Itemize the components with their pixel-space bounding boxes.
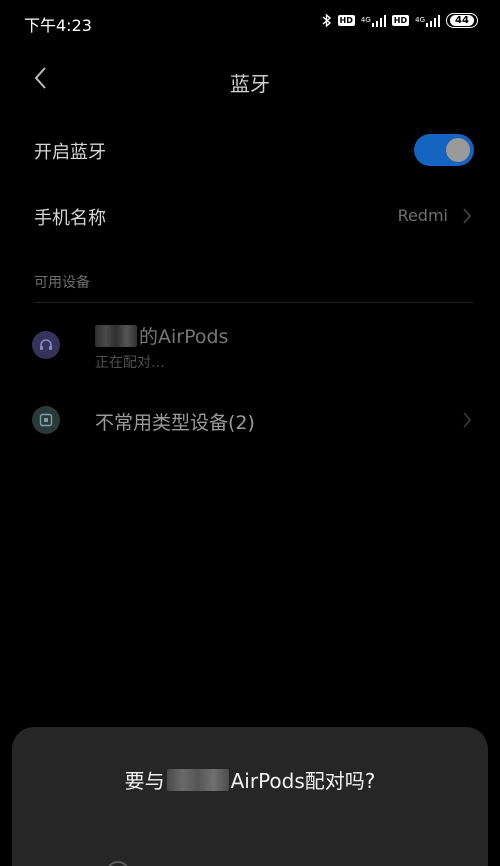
dialog-radio[interactable]	[106, 861, 130, 866]
status-time: 下午4:23	[24, 16, 92, 35]
battery-icon: 44	[446, 13, 478, 28]
redacted-name	[166, 768, 229, 791]
signal-icon-2: 4G	[415, 14, 440, 27]
device-name-uncommon: 不常用类型设备(2)	[95, 412, 255, 434]
dialog-title: 要与 AirPods配对吗?	[124, 768, 376, 793]
phone-name-row[interactable]: 手机名称 Redmi	[0, 188, 500, 244]
signal-icon: 4G	[361, 14, 386, 27]
hd-badge: HD	[337, 15, 355, 26]
battery-level: 44	[450, 15, 474, 26]
enable-bluetooth-row[interactable]: 开启蓝牙	[0, 122, 500, 178]
device-item-uncommon[interactable]: 不常用类型设备(2)	[0, 392, 500, 448]
status-icons: HD 4G HD 4G 44	[322, 13, 478, 28]
status-bar: 下午4:23 HD 4G HD 4G 44	[0, 0, 500, 44]
redacted-name	[95, 324, 137, 347]
phone-name-label: 手机名称	[34, 208, 106, 229]
available-devices-header: 可用设备	[34, 275, 90, 291]
device-name-airpods: 的AirPods	[95, 322, 228, 349]
headset-icon	[32, 331, 60, 359]
pairing-dialog: 要与 AirPods配对吗?	[12, 727, 488, 866]
header: 蓝牙	[0, 56, 500, 106]
toggle-knob	[446, 138, 470, 162]
device-status: 正在配对…	[95, 355, 165, 371]
phone-name-value: Redmi	[397, 206, 448, 225]
device-item-airpods[interactable]: 的AirPods 正在配对…	[0, 312, 500, 378]
bluetooth-icon	[322, 13, 332, 28]
enable-bluetooth-label: 开启蓝牙	[34, 142, 106, 163]
device-box-icon	[32, 406, 60, 434]
hd-badge-2: HD	[391, 15, 410, 26]
divider	[34, 302, 474, 303]
page-title: 蓝牙	[230, 72, 270, 96]
chevron-right-icon	[460, 411, 474, 429]
chevron-right-icon	[460, 207, 474, 225]
bluetooth-toggle[interactable]	[414, 134, 474, 166]
